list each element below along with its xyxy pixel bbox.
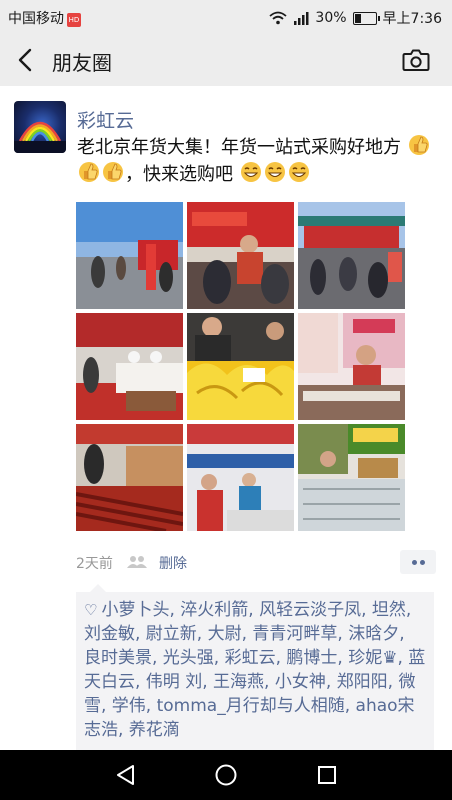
signal-icon: [294, 12, 309, 25]
post-username[interactable]: 彩虹云: [77, 106, 134, 133]
photo-3[interactable]: [298, 202, 405, 309]
carrier-label: 中国移动 HD: [8, 8, 81, 28]
post-text-tail: ，快来选购吧: [125, 164, 233, 185]
photo-4[interactable]: [76, 313, 183, 420]
nav-bar: 朋友圈: [0, 34, 452, 86]
photo-9[interactable]: [298, 424, 405, 531]
grin-emoji-icon: [288, 162, 309, 182]
system-nav-bar: [0, 750, 452, 800]
delete-button[interactable]: 删除: [159, 553, 187, 573]
photo-1[interactable]: [76, 202, 183, 309]
photo-grid: [76, 202, 406, 531]
photo-7[interactable]: [76, 424, 183, 531]
carrier-name: 中国移动: [8, 11, 64, 27]
thumbs-up-emoji-icon: [408, 135, 429, 155]
thumbs-up-emoji-icon: [103, 162, 123, 182]
more-actions-button[interactable]: [400, 550, 436, 574]
moment-feed: 彩虹云 老北京年货大集！年货一站式采购好地方 ，快来选购吧 2天前 删除 ♡ 小…: [0, 86, 452, 750]
status-right: 30% 早上7:36: [269, 8, 442, 28]
likes-list: ♡ 小萝卜头, 淬火利箭, 风轻云淡子凤, 坦然, 刘金敏, 尉立新, 大尉, 青…: [76, 584, 434, 750]
back-triangle-icon[interactable]: [114, 763, 136, 787]
post-time: 2天前: [76, 556, 113, 572]
grin-emoji-icon: [240, 162, 261, 182]
thumbs-up-emoji-icon: [79, 162, 99, 182]
clock: 早上7:36: [382, 11, 442, 27]
avatar[interactable]: [14, 101, 66, 153]
page-title: 朋友圈: [52, 51, 112, 75]
post-text-main: 老北京年货大集！年货一站式采购好地方: [77, 137, 401, 158]
grin-emoji-icon: [264, 162, 285, 182]
avatar-rainbow-image: [14, 121, 66, 153]
post-text: 老北京年货大集！年货一站式采购好地方 ，快来选购吧: [77, 134, 432, 188]
photo-8[interactable]: [187, 424, 294, 531]
post-meta: 2天前 删除: [76, 550, 436, 576]
likes-names[interactable]: 小萝卜头, 淬火利箭, 风轻云淡子凤, 坦然, 刘金敏, 尉立新, 大尉, 青青…: [84, 600, 425, 740]
status-bar: 中国移动 HD 30% 早上7:36: [0, 0, 452, 34]
photo-2[interactable]: [187, 202, 294, 309]
heart-outline-icon: ♡: [84, 601, 98, 619]
camera-icon[interactable]: [402, 48, 430, 72]
photo-6[interactable]: [298, 313, 405, 420]
battery-percent: 30%: [315, 10, 347, 26]
carrier-badge: HD: [67, 13, 81, 27]
battery-icon: [352, 11, 380, 25]
friends-visibility-icon: [127, 556, 147, 568]
wifi-icon: [269, 11, 288, 25]
recent-apps-square-icon[interactable]: [316, 763, 338, 787]
photo-5[interactable]: [187, 313, 294, 420]
home-circle-icon[interactable]: [214, 763, 238, 787]
back-chevron-icon[interactable]: [14, 47, 38, 73]
